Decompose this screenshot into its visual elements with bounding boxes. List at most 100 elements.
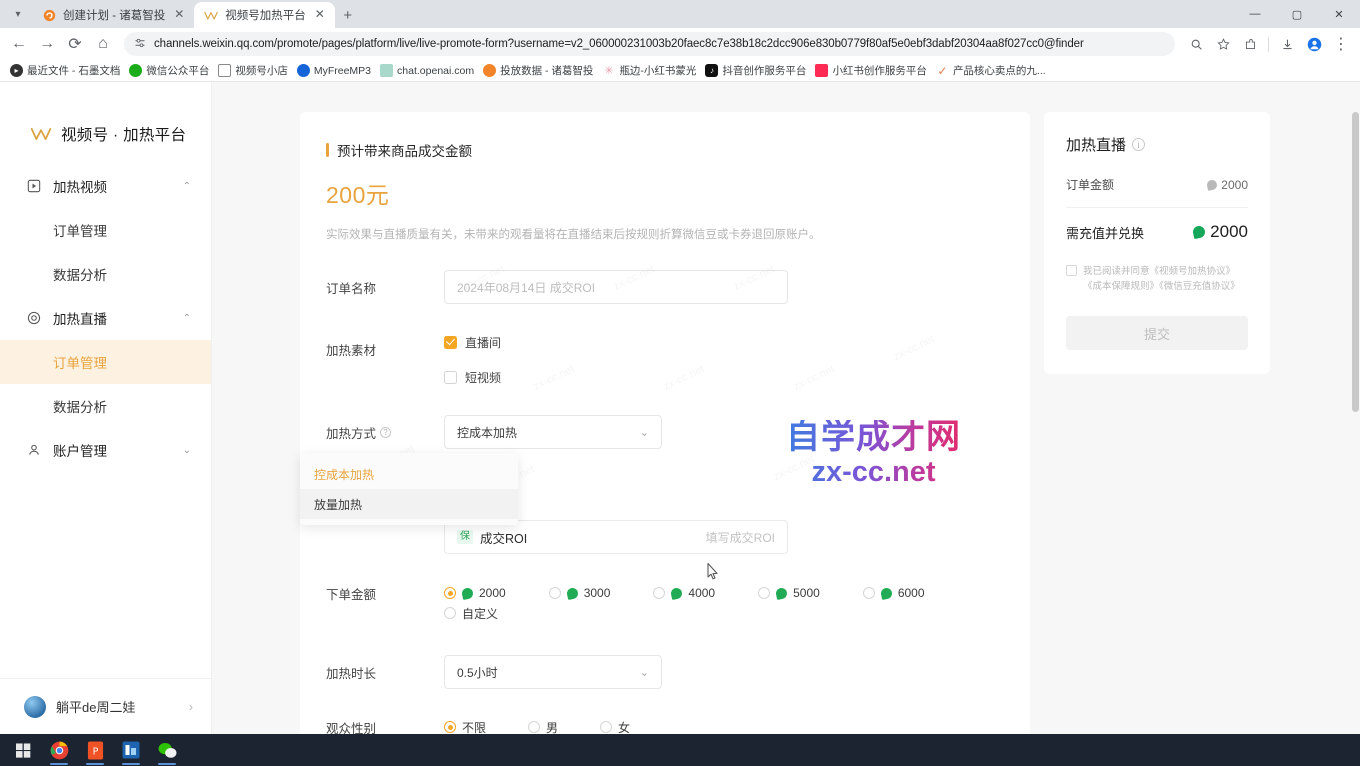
sidebar-item-video-orders[interactable]: 订单管理: [0, 208, 211, 252]
zoom-icon[interactable]: [1183, 31, 1209, 57]
radio-icon[interactable]: [549, 587, 561, 599]
forward-icon[interactable]: →: [34, 31, 60, 57]
sidebar-item-video-analytics[interactable]: 数据分析: [0, 252, 211, 296]
bookmark-item-2[interactable]: 视频号小店: [216, 63, 295, 78]
address-bar[interactable]: channels.weixin.qq.com/promote/pages/pla…: [124, 32, 1175, 56]
chevron-up-icon[interactable]: ⌃: [183, 181, 191, 192]
close-icon[interactable]: ✕: [313, 8, 327, 22]
sidebar-group-video[interactable]: 加热视频 ⌃: [0, 164, 211, 208]
bookmark-item-3[interactable]: MyFreeMP3: [295, 64, 378, 77]
wechat-bean-icon: [880, 586, 893, 599]
sidebar-user[interactable]: 躺平de周二娃 ›: [0, 678, 211, 734]
bookmark-item-1[interactable]: 微信公众平台: [127, 63, 216, 78]
order-amount-option-3000[interactable]: 3000: [549, 583, 611, 603]
radio-icon[interactable]: [528, 721, 540, 733]
checkbox-icon[interactable]: [444, 336, 457, 349]
page-scrollbar[interactable]: [1351, 82, 1360, 734]
close-window-button[interactable]: ✕: [1318, 0, 1360, 28]
tune-icon[interactable]: [134, 37, 146, 52]
method-select[interactable]: 控成本加热 ⌄: [444, 415, 662, 449]
sidebar-item-live-analytics[interactable]: 数据分析: [0, 384, 211, 428]
gender-option-any[interactable]: 不限: [444, 717, 486, 734]
play-square-icon: [26, 178, 42, 194]
chevron-down-icon[interactable]: ⌄: [640, 666, 649, 679]
bookmark-item-6[interactable]: ✳ 瓶边-小红书蒙光: [600, 63, 703, 78]
close-icon[interactable]: ✕: [172, 8, 186, 22]
profile-avatar-icon[interactable]: [1301, 31, 1327, 57]
back-icon[interactable]: ←: [6, 31, 32, 57]
duration-select[interactable]: 0.5小时 ⌄: [444, 655, 662, 689]
field-method: 加热方式 ? 控成本加热 ⌄ 控成本加热 放量加热: [300, 415, 1030, 449]
material-option-video[interactable]: 短视频: [444, 367, 1030, 387]
bookmark-item-7[interactable]: ♪ 抖音创作服务平台: [703, 63, 813, 78]
material-option-live[interactable]: 直播间: [444, 332, 1030, 352]
chevron-down-icon[interactable]: ⌄: [640, 426, 649, 439]
goal-roi-row[interactable]: 保 成交ROI 填写成交ROI: [444, 520, 788, 554]
goal-roi-placeholder[interactable]: 填写成交ROI: [706, 529, 775, 546]
gender-option-male[interactable]: 男: [528, 717, 558, 734]
maximize-button[interactable]: ▢: [1276, 0, 1318, 28]
wechat-bean-icon: [1206, 179, 1218, 191]
minimize-button[interactable]: —: [1234, 0, 1276, 28]
extensions-icon[interactable]: [1237, 31, 1263, 57]
checkbox-icon[interactable]: [444, 371, 457, 384]
info-icon[interactable]: i: [1132, 138, 1145, 151]
browser-tab-2[interactable]: 视频号加热平台 ✕: [194, 2, 335, 28]
method-option-cost[interactable]: 控成本加热: [300, 459, 518, 489]
order-amount-option-custom[interactable]: 自定义: [444, 603, 498, 623]
order-amount-label: 6000: [898, 586, 925, 600]
pdf-taskbar-icon[interactable]: P: [78, 734, 112, 766]
bookmark-item-5[interactable]: 投放数据 - 诸葛智投: [481, 63, 600, 78]
home-icon[interactable]: ⌂: [90, 31, 116, 57]
bookmark-label: 微信公众平台: [146, 63, 209, 78]
bookmark-label: MyFreeMP3: [314, 65, 371, 77]
gender-option-female[interactable]: 女: [600, 717, 630, 734]
chevron-right-icon[interactable]: ›: [189, 700, 193, 714]
checkbox-icon[interactable]: [1066, 265, 1077, 276]
method-dropdown[interactable]: 控成本加热 放量加热: [300, 453, 518, 525]
bookmark-item-8[interactable]: 小红书创作服务平台: [813, 63, 934, 78]
radio-icon[interactable]: [444, 587, 456, 599]
method-option-volume[interactable]: 放量加热: [300, 489, 518, 519]
chrome-taskbar-icon[interactable]: [42, 734, 76, 766]
radio-icon[interactable]: [758, 587, 770, 599]
sidebar-group-account[interactable]: 账户管理 ⌄: [0, 428, 211, 472]
radio-icon[interactable]: [600, 721, 612, 733]
order-amount-option-6000[interactable]: 6000: [863, 583, 925, 603]
field-control: 不限 男 女: [444, 717, 1030, 734]
radio-icon[interactable]: [444, 607, 456, 619]
chevron-up-icon[interactable]: ⌃: [183, 313, 191, 324]
new-tab-button[interactable]: +: [335, 2, 361, 28]
radio-icon[interactable]: [653, 587, 665, 599]
reload-icon[interactable]: ⟳: [62, 31, 88, 57]
bookmark-item-9[interactable]: ✓ 产品核心卖点的九...: [934, 63, 1053, 78]
app-taskbar-icon[interactable]: [114, 734, 148, 766]
circle-target-icon: [26, 310, 42, 326]
page-scrollbar-thumb[interactable]: [1352, 112, 1359, 412]
radio-icon[interactable]: [444, 721, 456, 733]
sidebar-item-live-orders[interactable]: 订单管理: [0, 340, 211, 384]
download-icon[interactable]: [1274, 31, 1300, 57]
order-amount-option-5000[interactable]: 5000: [758, 583, 820, 603]
bookmark-item-0[interactable]: ▸ 最近文件 - 石墨文档: [8, 63, 127, 78]
main-content: zx-cc.net zx-cc.net zx-cc.net zx-cc.net …: [212, 82, 1360, 734]
chrome-menu-icon[interactable]: ⋮: [1328, 31, 1354, 57]
summary-panel: 加热直播 i 订单金额 2000 需充值并兑换: [1044, 112, 1270, 374]
agreement-row[interactable]: 我已阅读并同意《视频号加热协议》《成本保障规则》《微信豆充值协议》: [1066, 264, 1248, 294]
brand: 视频号 · 加热平台: [0, 82, 211, 158]
bookmark-item-4[interactable]: chat.openai.com: [378, 64, 481, 77]
estimate-hint: 实际效果与直播质量有关，未带来的观看量将在直播结束后按规则折算微信豆或卡券退回原…: [300, 226, 1030, 242]
order-name-input[interactable]: 2024年08月14日 成交ROI: [444, 270, 788, 304]
order-amount-option-2000[interactable]: 2000: [444, 583, 506, 603]
sidebar-group-live[interactable]: 加热直播 ⌃: [0, 296, 211, 340]
start-button[interactable]: [6, 734, 40, 766]
radio-icon[interactable]: [863, 587, 875, 599]
chevron-down-icon[interactable]: ⌄: [183, 445, 191, 456]
submit-button[interactable]: 提交: [1066, 316, 1248, 350]
browser-toolbar: ← → ⟳ ⌂ channels.weixin.qq.com/promote/p…: [0, 28, 1360, 60]
help-icon[interactable]: ?: [380, 427, 391, 438]
wechat-taskbar-icon[interactable]: [150, 734, 184, 766]
bookmark-star-icon[interactable]: [1210, 31, 1236, 57]
tab-search-chevron-icon[interactable]: ▾: [4, 0, 32, 28]
browser-tab-1[interactable]: 创建计划 - 诸葛智投 ✕: [32, 2, 194, 28]
